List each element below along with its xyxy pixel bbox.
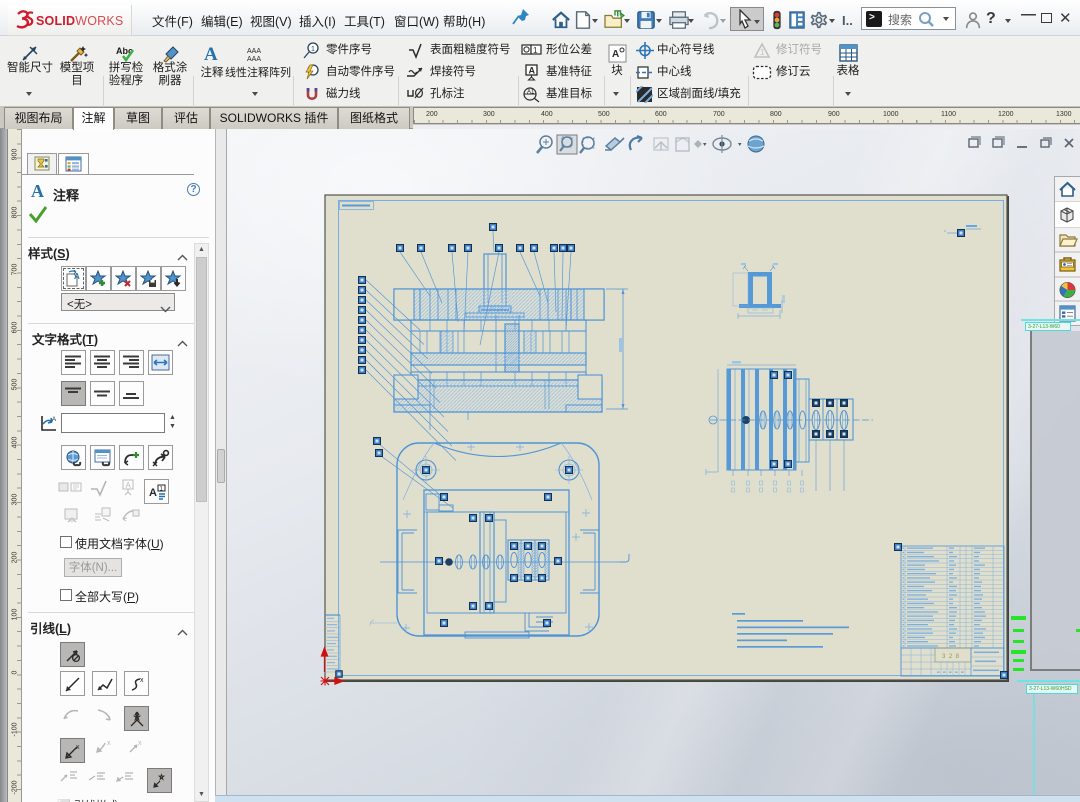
svg-text:A: A bbox=[529, 66, 536, 76]
svg-text:A: A bbox=[612, 49, 619, 60]
svg-text:A: A bbox=[74, 272, 80, 281]
svg-text:328: 328 bbox=[942, 654, 963, 660]
svg-text:x: x bbox=[140, 677, 144, 684]
svg-text:A1: A1 bbox=[527, 90, 535, 96]
svg-text:A: A bbox=[52, 417, 56, 423]
svg-text:AAA: AAA bbox=[247, 48, 261, 55]
svg-text:A: A bbox=[125, 481, 131, 490]
svg-text:AAA: AAA bbox=[247, 56, 261, 62]
svg-text:x: x bbox=[76, 744, 80, 751]
svg-text:A: A bbox=[149, 487, 157, 499]
svg-text:1: 1 bbox=[311, 46, 315, 53]
svg-text:1: 1 bbox=[533, 46, 538, 55]
svg-text:1: 1 bbox=[760, 48, 765, 57]
svg-text:x: x bbox=[107, 740, 111, 747]
svg-text:SOLIDWORKS: SOLIDWORKS bbox=[36, 14, 123, 28]
svg-text:x: x bbox=[138, 740, 142, 747]
